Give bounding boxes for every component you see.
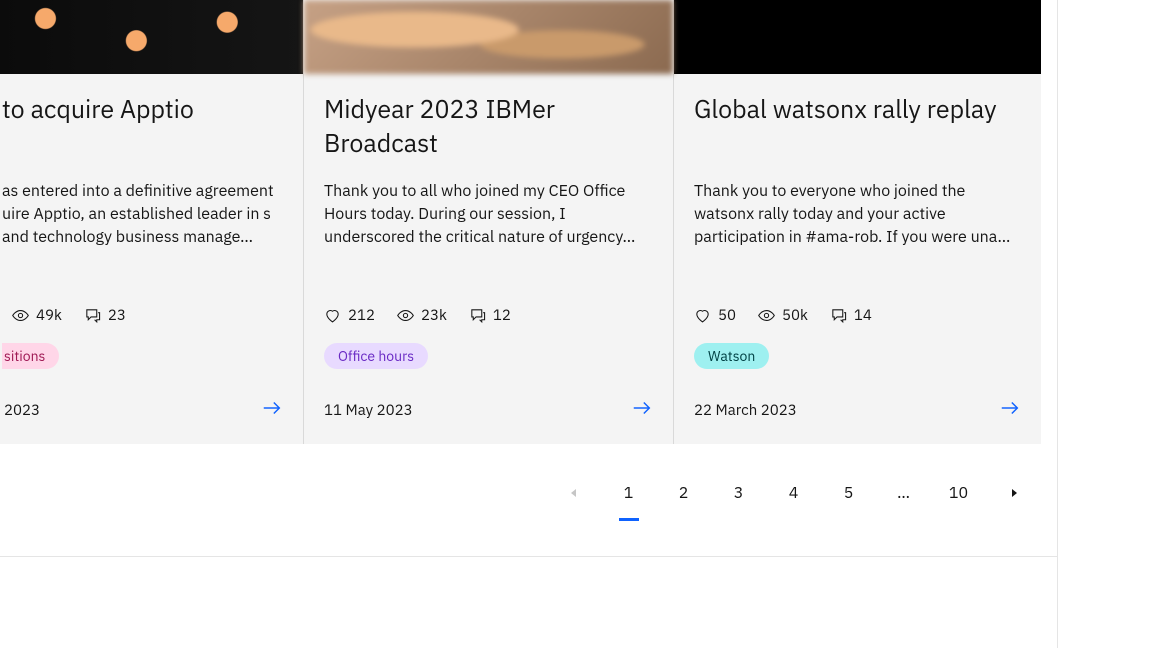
card-title: Global watsonx rally replay [694,92,1021,164]
caret-right-icon [1009,488,1019,498]
views-count: 49k [36,306,62,325]
pagination-page-button[interactable]: 5 [821,468,876,518]
views-count: 50k [782,306,808,325]
likes-count: 50 [718,306,736,325]
card-thumbnail [0,0,303,74]
card-thumbnail [674,0,1041,74]
eye-icon [397,307,414,324]
heart-icon [324,307,341,324]
comment-icon [469,307,486,324]
eye-icon [12,307,29,324]
pagination-prev-button[interactable] [546,468,601,518]
comment-icon [830,307,847,324]
pagination: 1 2 3 4 5 … 10 [0,468,1057,518]
pagination-page-button[interactable]: 1 [601,468,656,518]
card-date: 11 May 2023 [324,401,413,420]
open-card-button[interactable] [631,397,653,424]
heart-icon [694,307,711,324]
divider [0,556,1058,557]
comments-metric: 12 [469,306,511,325]
arrow-right-icon [261,397,283,419]
card-thumbnail [304,0,673,74]
category-tag[interactable]: Office hours [324,343,428,369]
comments-count: 23 [108,306,126,325]
eye-icon [758,307,775,324]
card-description: Thank you to all who joined my CEO Offic… [324,180,653,250]
card-title: to acquire Apptio [2,92,283,164]
caret-left-icon [569,488,579,498]
card-description: as entered into a definitive agreement u… [2,180,283,250]
pagination-page-button[interactable]: 4 [766,468,821,518]
card-metrics: 50 50k 14 [694,306,1021,325]
pagination-page-button[interactable]: 3 [711,468,766,518]
views-metric: 23k [397,306,447,325]
card-description: Thank you to everyone who joined the wat… [694,180,1021,250]
likes-metric: 50 [694,306,736,325]
comments-count: 14 [854,306,872,325]
card-date: 2023 [4,401,40,420]
arrow-right-icon [999,397,1021,419]
pagination-next-button[interactable] [986,468,1041,518]
comments-metric: 23 [84,306,126,325]
category-tag[interactable]: sitions [2,343,59,369]
pagination-page-button[interactable]: 10 [931,468,986,518]
comment-icon [84,307,101,324]
arrow-right-icon [631,397,653,419]
likes-metric: 212 [324,306,375,325]
article-card[interactable]: Midyear 2023 IBMer Broadcast Thank you t… [303,0,673,444]
open-card-button[interactable] [261,397,283,424]
article-card[interactable]: to acquire Apptio as entered into a defi… [0,0,303,444]
card-date: 22 March 2023 [694,401,797,420]
pagination-ellipsis: … [876,468,931,518]
views-metric: 50k [758,306,808,325]
cards-row: to acquire Apptio as entered into a defi… [0,0,1041,444]
card-metrics: 49k 23 [2,306,283,325]
views-count: 23k [421,306,447,325]
card-metrics: 212 23k 12 [324,306,653,325]
comments-metric: 14 [830,306,872,325]
comments-count: 12 [493,306,511,325]
open-card-button[interactable] [999,397,1021,424]
likes-count: 212 [348,306,375,325]
card-title: Midyear 2023 IBMer Broadcast [324,92,653,164]
category-tag[interactable]: Watson [694,343,769,369]
pagination-page-button[interactable]: 2 [656,468,711,518]
article-card[interactable]: Global watsonx rally replay Thank you to… [673,0,1041,444]
views-metric: 49k [12,306,62,325]
